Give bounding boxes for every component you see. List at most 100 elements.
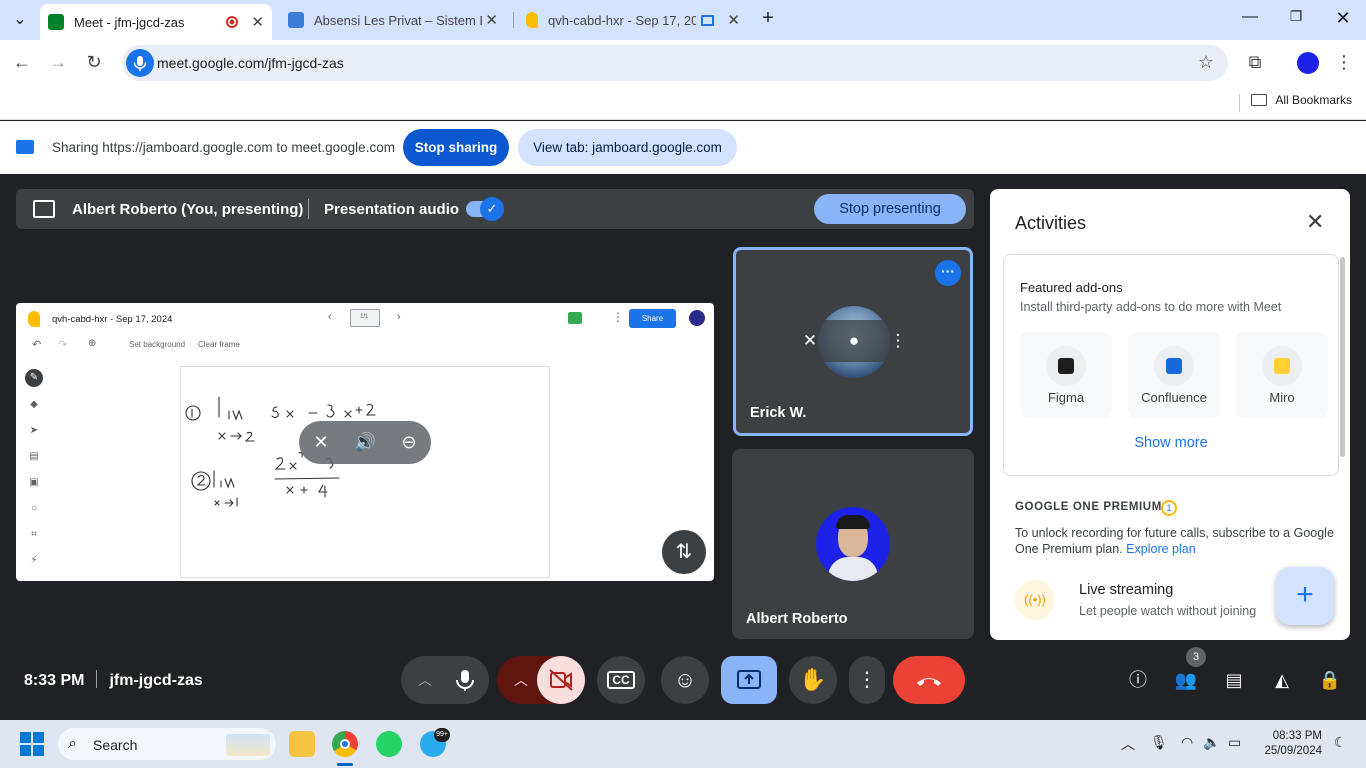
add-activity-button[interactable]: +: [1276, 567, 1334, 625]
people-icon[interactable]: 👥: [1174, 668, 1198, 692]
folder-icon: [1251, 94, 1268, 106]
remove-icon[interactable]: ⊖: [396, 429, 422, 455]
select-tool-icon[interactable]: ➤: [28, 425, 40, 437]
microphone-button[interactable]: [441, 656, 489, 704]
all-bookmarks-button[interactable]: All Bookmarks: [1251, 93, 1352, 107]
battery-icon[interactable]: ▭: [1228, 734, 1241, 751]
more-options-button[interactable]: ⋮: [849, 656, 885, 704]
circle-tool-icon[interactable]: ○: [28, 503, 40, 515]
emoji-button[interactable]: ☺: [661, 656, 709, 704]
tray-mic-icon[interactable]: 🎙: [1150, 734, 1168, 751]
tab-meet[interactable]: Meet - jfm-jgcd-zas ✕: [40, 4, 272, 40]
text-box-tool-icon[interactable]: ⌗: [28, 529, 40, 541]
host-controls-icon[interactable]: 🔒: [1318, 668, 1342, 692]
microphone-site-icon[interactable]: [126, 49, 154, 77]
captions-button[interactable]: CC: [597, 656, 645, 704]
clear-frame-button[interactable]: Clear frame: [198, 340, 240, 349]
chat-icon[interactable]: ▤: [1222, 668, 1246, 692]
captions-icon: CC: [607, 671, 635, 689]
swap-layout-button[interactable]: ⇅: [662, 530, 706, 574]
close-tab-icon[interactable]: ✕: [485, 11, 498, 29]
tile-more-button[interactable]: ···: [935, 260, 961, 286]
jamboard-share-button[interactable]: Share: [629, 309, 676, 328]
jamboard-canvas[interactable]: [180, 366, 550, 578]
set-background-button[interactable]: Set background: [129, 340, 185, 349]
menu-kebab-icon[interactable]: ⋮: [1333, 52, 1355, 73]
addon-miro[interactable]: Miro: [1236, 332, 1328, 418]
view-tab-button[interactable]: View tab: jamboard.google.com: [518, 129, 737, 166]
volume-tray-icon[interactable]: 🔈: [1203, 734, 1220, 751]
participant-tile-albert[interactable]: Albert Roberto: [732, 449, 974, 639]
activities-icon[interactable]: ◭: [1270, 668, 1294, 692]
panel-scrollbar[interactable]: [1340, 257, 1345, 457]
undo-icon[interactable]: ↶: [32, 338, 41, 351]
profile-avatar[interactable]: [1297, 52, 1319, 74]
addon-confluence[interactable]: Confluence: [1128, 332, 1220, 418]
new-tab-icon[interactable]: +: [756, 7, 780, 30]
taskbar-search[interactable]: ⌕ Search: [58, 728, 276, 760]
close-tab-icon[interactable]: ✕: [251, 13, 264, 31]
back-icon[interactable]: ←: [11, 52, 33, 73]
tab-search-chevron-icon[interactable]: ⌄: [8, 9, 32, 29]
tab-jamboard[interactable]: qvh-cabd-hxr - Sep 17, 2024 ✕: [518, 4, 748, 36]
unpin-icon[interactable]: ✕: [308, 429, 334, 455]
tray-overflow-icon[interactable]: ︿: [1121, 734, 1135, 754]
close-panel-icon[interactable]: ✕: [1306, 209, 1324, 235]
whatsapp-icon[interactable]: [376, 731, 402, 757]
bookmark-star-icon[interactable]: ☆: [1198, 52, 1214, 73]
addon-figma[interactable]: Figma: [1020, 332, 1112, 418]
notification-icon[interactable]: ☾: [1334, 734, 1347, 751]
check-icon: ✓: [480, 197, 504, 221]
next-frame-icon[interactable]: ›: [397, 311, 401, 323]
eraser-tool-icon[interactable]: ◆: [28, 399, 40, 411]
raise-hand-button[interactable]: ✋: [789, 656, 837, 704]
address-bar[interactable]: meet.google.com/jfm-jgcd-zas ☆: [122, 45, 1228, 81]
chrome-icon[interactable]: [332, 731, 358, 757]
redo-icon[interactable]: ↷: [58, 338, 67, 351]
camera-off-button[interactable]: [537, 656, 585, 704]
present-button[interactable]: [721, 656, 777, 704]
pin-icon[interactable]: ✕: [797, 328, 823, 354]
explore-plan-link[interactable]: Explore plan: [1126, 542, 1196, 556]
volume-icon[interactable]: 🔊: [352, 429, 378, 455]
meeting-details-icon[interactable]: ⓘ: [1126, 668, 1150, 692]
live-streaming-title[interactable]: Live streaming: [1079, 582, 1173, 598]
recording-dot-icon: [226, 16, 238, 28]
people-count-badge: 3: [1186, 647, 1206, 667]
prev-frame-icon[interactable]: ‹: [328, 311, 332, 323]
minimize-icon[interactable]: —: [1238, 8, 1262, 26]
laser-tool-icon[interactable]: ⚡: [28, 555, 40, 567]
presentation-audio-label: Presentation audio: [324, 201, 460, 218]
sticky-note-tool-icon[interactable]: ▤: [28, 451, 40, 463]
avatar-body: [828, 557, 878, 581]
image-tool-icon[interactable]: ▣: [28, 477, 40, 489]
leave-call-button[interactable]: [893, 656, 965, 704]
more-options-icon[interactable]: ⋮: [885, 328, 911, 354]
file-explorer-icon[interactable]: [289, 731, 315, 757]
taskbar-clock[interactable]: 08:33 PM 25/09/2024: [1260, 729, 1322, 759]
jamboard-meet-icon[interactable]: [568, 312, 582, 324]
windows-start-icon[interactable]: [20, 732, 44, 756]
jamboard-toolbar: ↶ ↷ ⊕ Set background Clear frame: [16, 335, 714, 357]
jamboard-avatar[interactable]: [689, 310, 705, 326]
pen-tool-icon[interactable]: ✎: [25, 369, 43, 387]
zoom-icon[interactable]: ⊕: [88, 338, 96, 349]
reload-icon[interactable]: ↻: [83, 52, 105, 73]
stop-presenting-button[interactable]: Stop presenting: [814, 194, 966, 224]
confluence-logo-icon: [1154, 346, 1194, 386]
tab-absensi[interactable]: Absensi Les Privat – Sistem Ruang ✕: [280, 4, 506, 36]
close-window-icon[interactable]: ✕: [1331, 8, 1355, 29]
wifi-icon[interactable]: ◠: [1181, 734, 1193, 751]
participant-tile-erick[interactable]: ✕ ● ⋮ ··· Erick W.: [733, 247, 973, 436]
frame-thumbnail[interactable]: 1/1: [350, 309, 380, 327]
presentation-audio-toggle[interactable]: ✓: [466, 197, 504, 221]
present-screen-icon: [33, 200, 55, 218]
close-tab-icon[interactable]: ✕: [727, 11, 740, 29]
maximize-icon[interactable]: ❐: [1284, 8, 1308, 25]
stop-sharing-button[interactable]: Stop sharing: [403, 129, 509, 166]
microphone-icon[interactable]: ●: [841, 328, 867, 354]
show-more-link[interactable]: Show more: [1004, 435, 1338, 451]
extensions-icon[interactable]: ⧉: [1244, 52, 1266, 73]
jamboard-more-icon[interactable]: ⋮: [612, 310, 624, 324]
forward-icon[interactable]: →: [47, 52, 69, 73]
